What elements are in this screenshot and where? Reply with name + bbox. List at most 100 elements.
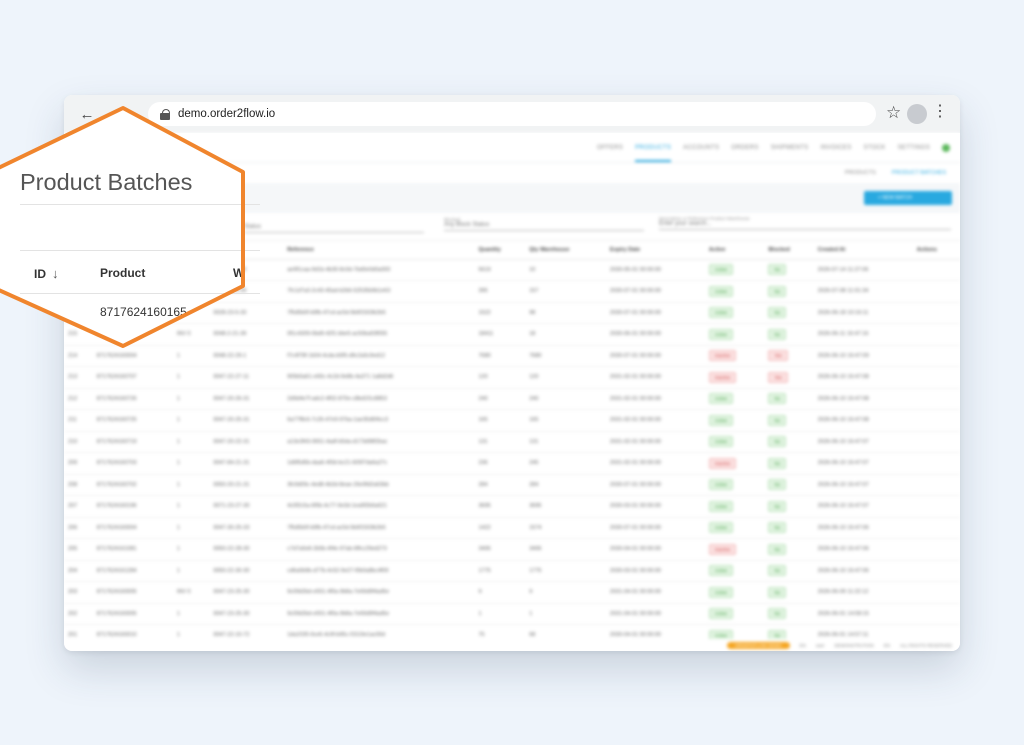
column-header[interactable]: Actions <box>912 241 960 260</box>
table-row[interactable]: 208 8717624160702 1 0050-20-21-31 3fc9d09c-4… <box>64 474 960 496</box>
cell-expiry: 2030-07-01 00:00:00 <box>605 517 705 539</box>
nav-item-accounts[interactable]: ACCOUNTS <box>683 145 719 151</box>
column-header-id[interactable]: ID ↓ <box>34 266 59 281</box>
column-header[interactable]: Qty Warehouse <box>525 241 606 260</box>
table-row[interactable]: 210 8717624160719 1 0047-20-22-31 a13e3f43-0… <box>64 431 960 453</box>
nav-item-products[interactable]: PRODUCTS <box>635 134 672 162</box>
table-row[interactable]: 207 8717624160196 1 0071-23-27-30 4c0f2c5a-6… <box>64 495 960 518</box>
block-status-filter[interactable]: Blocked Any Block Status <box>444 217 644 231</box>
blocked-badge: No <box>768 393 787 405</box>
nav-item-shipments[interactable]: SHIPMENTS <box>771 145 809 151</box>
blocked-badge: No <box>768 500 787 512</box>
subnav-item-1[interactable]: PRODUCT BATCHES <box>892 170 946 176</box>
status-filter[interactable]: Status <box>244 224 424 233</box>
cell-ref: 7fc1d7a3-2c43-45ad-b2b6-52535b9b1e63 <box>283 280 475 303</box>
cell-qtyw: 98 <box>525 302 606 324</box>
column-header[interactable]: Blocked <box>764 241 814 260</box>
cell-actions[interactable] <box>912 409 960 432</box>
cell-qtyw: 3695 <box>525 495 606 518</box>
search-input[interactable]: Enter your search... <box>659 221 711 227</box>
table-row[interactable]: 206 8717624160004 1 0047-30-25-33 7f5d5b0f-b… <box>64 517 960 539</box>
cell-actions[interactable] <box>912 345 960 367</box>
cell-created: 2026-06-01 14:58:15 <box>813 603 913 625</box>
table-row[interactable]: 211 8717624160725 1 0047-20-25-31 6a77f8c6-7… <box>64 409 960 432</box>
nav-item-orders[interactable]: ORDERS <box>731 145 758 151</box>
cell-actions[interactable] <box>912 431 960 453</box>
cell-actions[interactable] <box>912 581 960 604</box>
search-filter[interactable]: Description or Reference Product Warehou… <box>659 216 951 230</box>
cell-expiry: 2030-03-01 00:00:00 <box>605 495 705 518</box>
cell-created: 2026-07-14 11:27:06 <box>813 259 913 281</box>
column-header[interactable]: Quantity <box>474 241 526 260</box>
cell-created: 2026-06-10 16:47:06 <box>813 517 913 539</box>
table-row[interactable]: 204 8717624161284 1 0050-22-30-30 cd6a0b9b-d… <box>64 560 960 582</box>
arrow-down-icon[interactable]: ↓ <box>52 266 59 281</box>
cell-active: Inactive <box>704 366 765 389</box>
nav-item-settings[interactable]: SETTINGS <box>898 145 930 151</box>
cell-ref: 2d9d4e7f-adc2-4f02-870e-c8bd1f1c8853 <box>283 388 475 410</box>
cell-actions[interactable] <box>912 280 960 303</box>
nav-item-stock[interactable]: STOCK <box>864 145 886 151</box>
cell-actions[interactable] <box>912 517 960 539</box>
cell-actions[interactable] <box>912 366 960 389</box>
cell-actions[interactable] <box>912 560 960 582</box>
cell-active: Active <box>704 302 765 324</box>
kebab-menu-icon[interactable]: ⋮ <box>932 101 948 121</box>
column-header[interactable]: Expiry Date <box>605 241 705 260</box>
cell-qtyw: 284 <box>525 474 606 496</box>
cell-actions[interactable] <box>912 538 960 561</box>
cell-actions[interactable] <box>912 603 960 625</box>
column-header[interactable]: Created At <box>813 241 913 260</box>
cell-blocked: No <box>764 409 814 432</box>
new-batch-button[interactable]: + NEW BATCH <box>864 191 952 205</box>
cell-blocked: No <box>764 538 814 561</box>
cell-batch: 0047-20-26-31 <box>209 388 284 410</box>
table-row[interactable]: 203 8717624160005 INV 0 0047-23-25-30 9c09d2… <box>64 581 960 604</box>
cell-batch: 0047-23-25-30 <box>209 581 284 604</box>
nav-item-offers[interactable]: OFFERS <box>597 145 623 151</box>
cell-actions[interactable] <box>912 302 960 324</box>
cell-expiry: 2030-05-01 00:00:00 <box>605 259 705 281</box>
table-row[interactable]: 212 8717624160726 1 0047-20-26-31 2d9d4e7f-a… <box>64 388 960 410</box>
cell-qtyw: 7680 <box>525 345 606 367</box>
cell-actions[interactable] <box>912 323 960 346</box>
cell-ref: 0f1c4309-0bd9-42f1-bbe5-ac50ba93f055 <box>283 323 475 346</box>
cell-qtyw: 1775 <box>525 560 606 582</box>
subnav-item-0[interactable]: PRODUCTS <box>845 170 876 176</box>
cell-actions[interactable] <box>912 259 960 281</box>
divider <box>20 250 260 251</box>
cell-actions[interactable] <box>912 388 960 410</box>
column-header-w[interactable]: W <box>233 266 244 280</box>
cell-qtyw: 120 <box>525 366 606 389</box>
profile-avatar[interactable] <box>907 104 927 124</box>
cell-actions[interactable] <box>912 452 960 475</box>
cell-id: 211 <box>64 409 93 432</box>
cell-batch: 0047-20-25-31 <box>209 409 284 432</box>
cell-expiry: 2031-02-01 00:00:00 <box>605 409 705 432</box>
table-row[interactable]: 202 8717624160005 1 0047-23-25-30 9c09d2bd-e… <box>64 603 960 625</box>
blocked-badge: No <box>768 457 787 469</box>
column-header-product[interactable]: Product <box>100 266 145 280</box>
cell-active: Active <box>704 431 765 453</box>
cell-blocked: No <box>764 495 814 518</box>
table-row[interactable]: 209 8717624160703 1 0047-84-21-31 1d6f5d5b-d… <box>64 452 960 475</box>
cell-id: 212 <box>64 388 93 410</box>
cell-id: 205 <box>64 538 93 561</box>
cell-active: Inactive <box>704 345 765 367</box>
active-badge: Inactive <box>708 350 737 362</box>
column-header[interactable]: Active <box>704 241 765 260</box>
active-badge: Active <box>708 393 734 405</box>
nav-item-invoices[interactable]: INVOICES <box>820 145 851 151</box>
table-row[interactable]: 213 8717624160707 1 0047-22-27-11 905b5a61-e… <box>64 366 960 389</box>
block-status-value: Any Block Status <box>444 222 490 228</box>
table-row[interactable]: 205 8717624161081 1 0050-22-28-30 c7d7a5e8-2… <box>64 538 960 561</box>
cell-actions[interactable] <box>912 495 960 518</box>
cell-created: 2026-06-11 16:47:16 <box>813 323 913 346</box>
bookmark-star-icon[interactable]: ☆ <box>886 103 901 123</box>
column-header[interactable]: Reference <box>283 241 475 260</box>
cell-expiry: 2031-02-01 00:00:00 <box>605 366 705 389</box>
cell-ref: f7c4f78f-1b54-4cda-b5f5-d9c2a5c9ed12 <box>283 345 475 367</box>
cell-created: 2026-06-10 16:47:07 <box>813 431 913 453</box>
cell-created: 2026-06-09 11:22:12 <box>813 581 913 604</box>
cell-actions[interactable] <box>912 474 960 496</box>
